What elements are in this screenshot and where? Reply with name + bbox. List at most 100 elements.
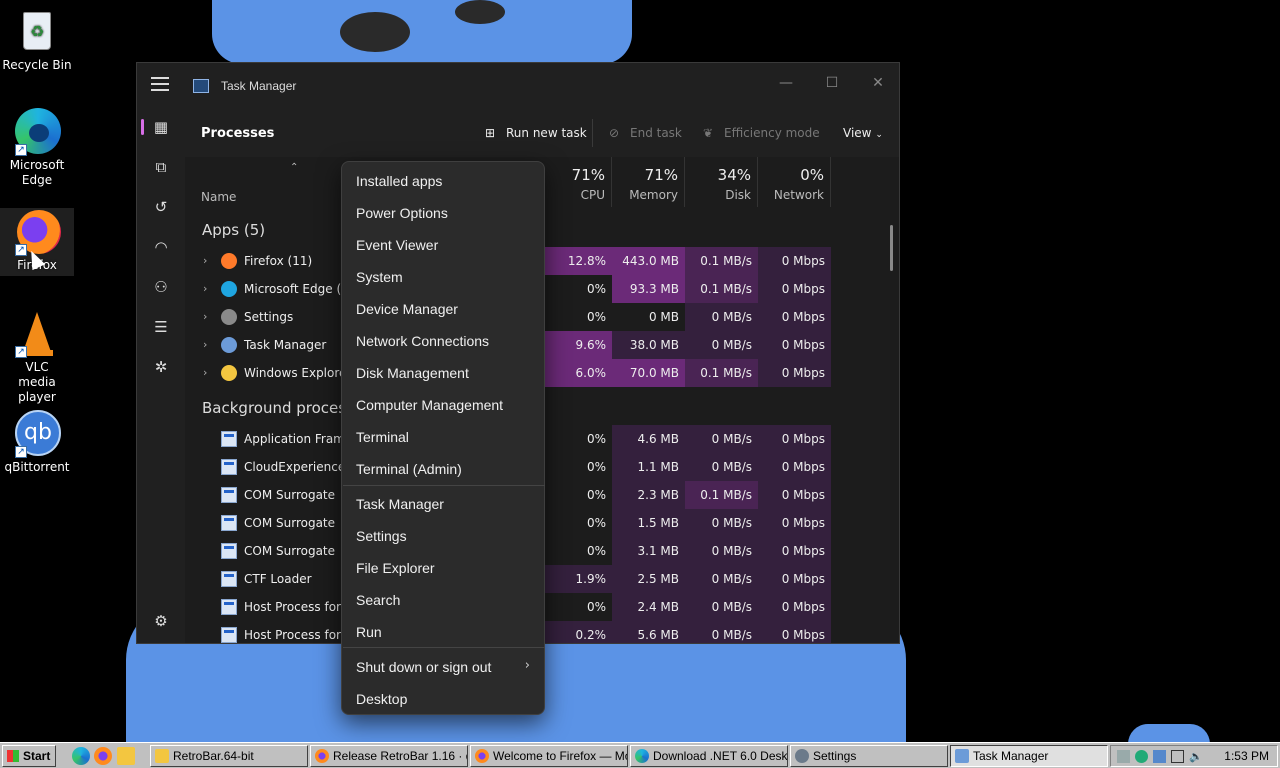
tray-app-icon[interactable] [1117, 750, 1130, 763]
menu-item-disk-management[interactable]: Disk Management [356, 364, 536, 382]
cpu-value: 12.8% [540, 247, 612, 275]
taskbar-button-edge-dotnet[interactable]: Download .NET 6.0 Desk... [630, 745, 788, 767]
chevron-down-icon: ⌄ [875, 130, 883, 140]
desktop-icon-edge[interactable]: ↗ Microsoft Edge [0, 108, 74, 188]
menu-item-desktop[interactable]: Desktop [356, 690, 536, 708]
network-value: 0 Mbps [758, 303, 831, 331]
qbittorrent-icon: qb ↗ [13, 410, 61, 458]
network-column-header[interactable]: 0% Network [758, 157, 831, 207]
process-name: COM Surrogate [244, 488, 336, 502]
taskbar-button-label: Release RetroBar 1.16 · d... [333, 749, 468, 763]
efficiency-mode-button[interactable]: ❦ Efficiency mode [700, 123, 820, 143]
chevron-right-icon[interactable]: › [203, 310, 207, 323]
taskbar-button-firefox-release[interactable]: Release RetroBar 1.16 · d... [310, 745, 468, 767]
cpu-value: 0.2% [540, 621, 612, 643]
taskbar-button-task-manager[interactable]: Task Manager [950, 745, 1108, 767]
menu-item-terminal-admin[interactable]: Terminal (Admin) [356, 460, 536, 478]
disk-value: 0.1 MB/s [685, 481, 758, 509]
process-icon [221, 459, 237, 475]
app-history-icon[interactable]: ↺ [149, 195, 173, 219]
process-name: Host Process for W [244, 628, 357, 642]
process-icon [221, 599, 237, 615]
details-icon[interactable]: ☰ [149, 315, 173, 339]
process-icon [221, 281, 237, 297]
desktop-icon-qbittorrent[interactable]: qb ↗ qBittorrent [0, 410, 74, 475]
minimize-button[interactable]: — [763, 69, 809, 97]
shortcut-arrow-icon: ↗ [15, 346, 27, 358]
task-manager-icon [955, 749, 969, 763]
menu-item-file-explorer[interactable]: File Explorer [356, 559, 536, 577]
taskbar-button-firefox-welcome[interactable]: Welcome to Firefox — Moz... [470, 745, 628, 767]
end-task-button[interactable]: ⊘ End task [606, 123, 682, 143]
window-title: Task Manager [221, 79, 297, 93]
cpu-value: 0% [586, 544, 606, 558]
start-button[interactable]: Start [2, 745, 56, 767]
disk-column-header[interactable]: 34% Disk [685, 157, 758, 207]
network-value: 0 Mbps [758, 275, 831, 303]
menu-item-event-viewer[interactable]: Event Viewer [356, 236, 536, 254]
processes-icon[interactable]: ▦ [149, 115, 173, 139]
tray-app-icon[interactable] [1153, 750, 1166, 763]
menu-item-computer-management[interactable]: Computer Management [356, 396, 536, 414]
memory-value: 1.1 MB [612, 453, 685, 481]
chevron-right-icon[interactable]: › [203, 282, 207, 295]
menu-item-run[interactable]: Run [356, 623, 536, 641]
name-column-header[interactable]: Name [201, 190, 236, 204]
performance-icon[interactable]: ⧉ [149, 155, 173, 179]
memory-column-header[interactable]: 71% Memory [612, 157, 685, 207]
process-name: Firefox (11) [244, 254, 313, 268]
tray-app-icon[interactable] [1135, 750, 1148, 763]
menu-item-device-manager[interactable]: Device Manager [356, 300, 536, 318]
cpu-total: 71% [571, 166, 605, 184]
startup-apps-icon[interactable]: ◠ [149, 235, 173, 259]
wallpaper-top [212, 0, 632, 64]
maximize-button[interactable]: ☐ [809, 69, 855, 97]
chevron-right-icon[interactable]: › [203, 338, 207, 351]
cpu-value: 6.0% [540, 359, 612, 387]
chevron-right-icon[interactable]: › [203, 254, 207, 267]
disk-total: 34% [717, 166, 751, 184]
process-icon [221, 515, 237, 531]
explorer-quicklaunch-icon[interactable] [117, 747, 135, 765]
cpu-column-header[interactable]: 71% CPU [540, 157, 612, 207]
toolbar: Processes ⊞ Run new task ⊘ End task ❦ Effic… [185, 109, 899, 157]
volume-icon[interactable]: 🔈 [1189, 750, 1203, 763]
process-icon [221, 337, 237, 353]
menu-item-task-manager[interactable]: Task Manager [356, 495, 536, 513]
users-icon[interactable]: ⚇ [149, 275, 173, 299]
scrollbar-thumb[interactable] [890, 225, 893, 271]
menu-item-installed-apps[interactable]: Installed apps [356, 172, 536, 190]
leaf-icon: ❦ [702, 126, 714, 140]
process-icon [221, 253, 237, 269]
desktop-icon-vlc[interactable]: ↗ VLC media player [0, 310, 74, 405]
menu-item-network-connections[interactable]: Network Connections [356, 332, 536, 350]
menu-item-power-options[interactable]: Power Options [356, 204, 536, 222]
services-icon[interactable]: ✲ [149, 355, 173, 379]
settings-gear-icon[interactable]: ⚙ [149, 609, 173, 633]
edge-quicklaunch-icon[interactable] [72, 747, 90, 765]
menu-item-terminal[interactable]: Terminal [356, 428, 536, 446]
memory-value: 443.0 MB [612, 247, 685, 275]
run-new-task-button[interactable]: ⊞ Run new task [482, 123, 587, 143]
close-button[interactable]: ✕ [855, 69, 899, 97]
desktop-icon-recycle-bin[interactable]: ♻ Recycle Bin [0, 8, 74, 73]
network-icon[interactable] [1171, 750, 1184, 763]
taskbar-button-settings[interactable]: Settings [790, 745, 948, 767]
menu-item-search[interactable]: Search [356, 591, 536, 609]
menu-item-system[interactable]: System [356, 268, 536, 286]
network-value: 0 Mbps [758, 593, 831, 621]
menu-item-settings[interactable]: Settings [356, 527, 536, 545]
chevron-right-icon[interactable]: › [203, 366, 207, 379]
taskbar-button-label: RetroBar.64-bit [173, 749, 254, 763]
cpu-value: 0% [586, 488, 606, 502]
nav-rail: ▦ ⧉ ↺ ◠ ⚇ ☰ ✲ ⚙ [137, 109, 185, 643]
menu-item-shut-down-or-sign-out[interactable]: Shut down or sign out [356, 658, 536, 676]
sort-up-icon[interactable]: ⌃ [290, 162, 298, 173]
taskbar-button-retrobar[interactable]: RetroBar.64-bit [150, 745, 308, 767]
process-icon [221, 543, 237, 559]
view-dropdown[interactable]: View ⌄ [843, 123, 883, 143]
hamburger-menu-icon[interactable] [151, 77, 169, 95]
memory-value: 0 MB [648, 310, 679, 324]
clock[interactable]: 1:53 PM [1224, 749, 1269, 763]
firefox-quicklaunch-icon[interactable] [94, 747, 112, 765]
